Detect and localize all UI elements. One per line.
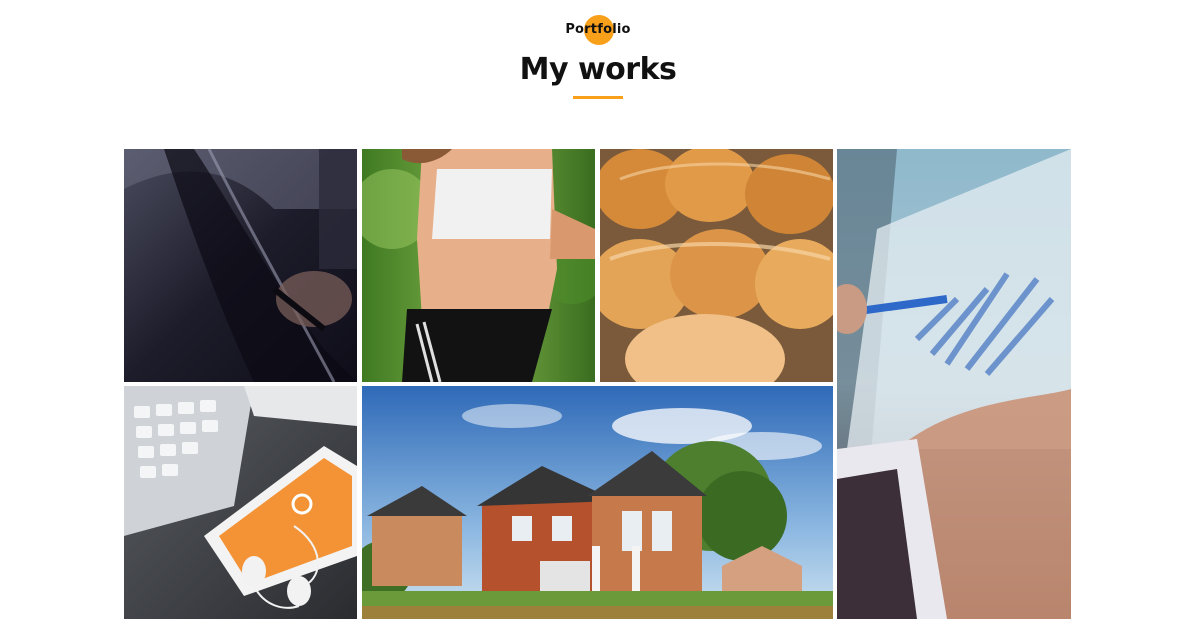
portfolio-header: Portfolio My works: [0, 0, 1196, 120]
bread-photo-icon: [600, 149, 833, 382]
section-title: My works: [519, 52, 677, 87]
phone-keyboard-photo-icon: [124, 386, 357, 619]
eyebrow-label: Portfolio: [565, 22, 631, 37]
house-photo-icon: [362, 386, 833, 619]
portfolio-gallery: [124, 149, 1071, 619]
business-chart-photo-icon: [837, 149, 1071, 619]
gallery-item-house[interactable]: [362, 386, 833, 619]
runner-photo-icon: [362, 149, 595, 382]
gallery-item-business[interactable]: [837, 149, 1071, 619]
gallery-item-bread[interactable]: [600, 149, 833, 382]
gallery-item-phone[interactable]: [124, 386, 357, 619]
title-underline: [573, 96, 623, 99]
eyebrow: Portfolio: [558, 15, 638, 47]
gallery-item-runner[interactable]: [362, 149, 595, 382]
car-door-photo-icon: [124, 149, 357, 382]
gallery-item-car[interactable]: [124, 149, 357, 382]
